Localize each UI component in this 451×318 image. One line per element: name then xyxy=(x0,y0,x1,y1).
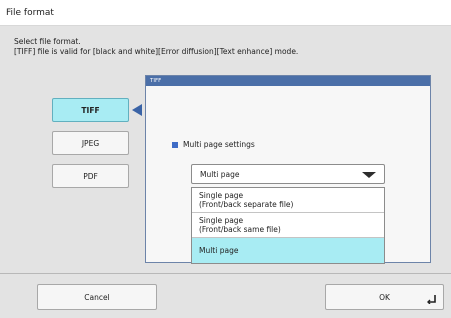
tiff-format-button[interactable]: TIFF xyxy=(52,98,129,122)
multi-page-settings-label: Multi page settings xyxy=(172,140,255,149)
chevron-down-icon[interactable] xyxy=(362,172,376,178)
option-single-page-separate[interactable]: Single page (Front/back separate file) xyxy=(192,188,384,213)
multi-page-dropdown[interactable]: Multi page xyxy=(191,164,385,184)
instruction-line-1: Select file format. xyxy=(14,37,81,46)
option-single-page-same[interactable]: Single page (Front/back same file) xyxy=(192,213,384,238)
option-multi-page[interactable]: Multi page xyxy=(192,238,384,263)
option-line-2: (Front/back separate file) xyxy=(199,200,294,209)
instructions: Select file format. [TIFF] file is valid… xyxy=(14,37,298,56)
square-icon xyxy=(172,141,178,148)
ok-button[interactable]: OK xyxy=(325,284,444,310)
enter-return-icon xyxy=(427,295,436,304)
jpeg-format-button[interactable]: JPEG xyxy=(52,131,129,155)
dropdown-value: Multi page xyxy=(200,170,240,179)
option-line-1: Single page xyxy=(199,216,244,225)
window-title: File format xyxy=(0,0,451,26)
tiff-settings-panel: TIFF Multi page settings Multi page Sing… xyxy=(145,75,431,264)
option-line-1: Multi page xyxy=(199,246,239,255)
setting-label-text: Multi page settings xyxy=(183,140,255,149)
option-line-2: (Front/back same file) xyxy=(199,225,281,234)
option-line-1: Single page xyxy=(199,191,244,200)
instruction-line-2: [TIFF] file is valid for [black and whit… xyxy=(14,46,299,56)
cancel-button[interactable]: Cancel xyxy=(37,284,157,310)
triangle-left-icon xyxy=(132,104,142,116)
dropdown-options-list: Single page (Front/back separate file) S… xyxy=(191,187,385,264)
cancel-button-label: Cancel xyxy=(84,292,110,302)
tiff-panel-title: TIFF xyxy=(146,76,430,86)
ok-button-label: OK xyxy=(379,292,390,302)
pdf-format-button[interactable]: PDF xyxy=(52,164,129,188)
